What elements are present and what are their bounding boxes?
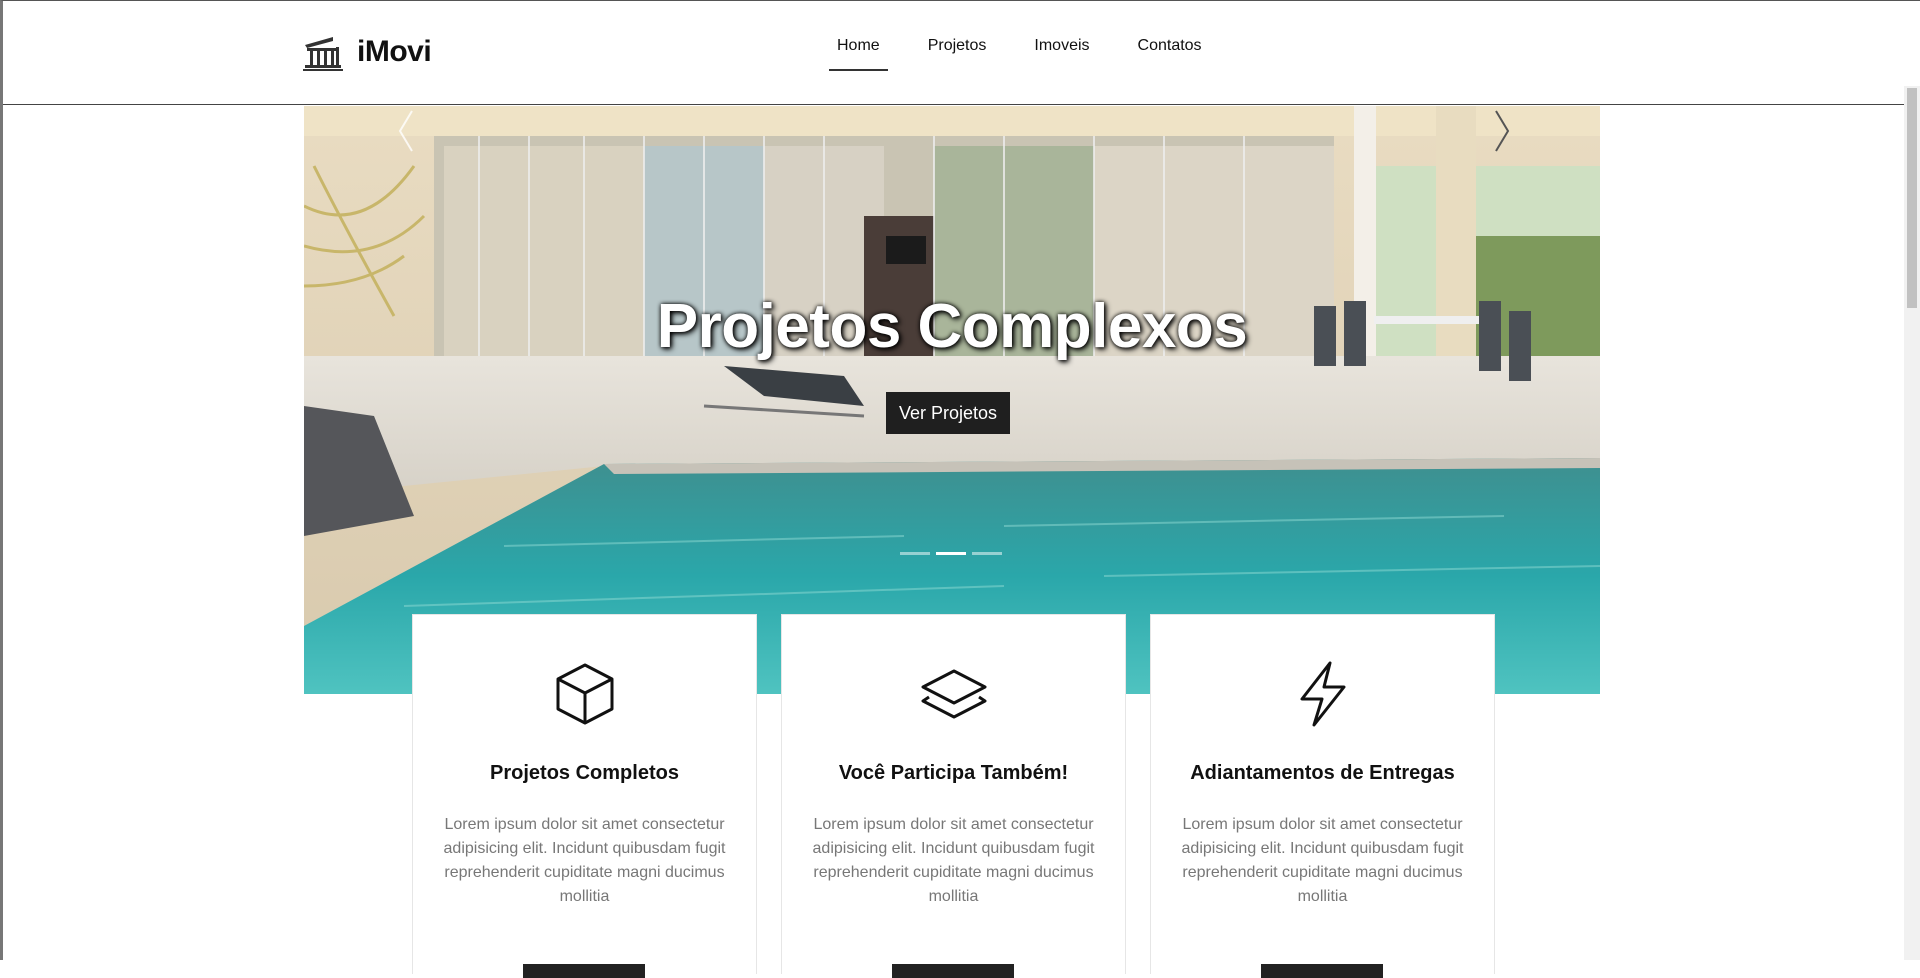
carousel-prev-arrow-icon[interactable] bbox=[394, 106, 418, 156]
card-title: Adiantamentos de Entregas bbox=[1190, 762, 1455, 784]
card-button[interactable] bbox=[1261, 964, 1383, 978]
nav-contatos[interactable]: Contatos bbox=[1130, 37, 1210, 71]
site-header: iMovi Home Projetos Imoveis Contatos bbox=[3, 1, 1920, 105]
brand-name: iMovi bbox=[357, 35, 432, 68]
lightning-icon bbox=[1300, 661, 1345, 727]
card-button[interactable] bbox=[892, 964, 1014, 978]
ver-projetos-button[interactable]: Ver Projetos bbox=[886, 392, 1011, 434]
box-icon bbox=[556, 663, 613, 725]
feature-card: Você Participa Também! Lorem ipsum dolor… bbox=[781, 614, 1126, 978]
carousel-indicator[interactable] bbox=[972, 552, 1002, 555]
card-text: Lorem ipsum dolor sit amet consectetur a… bbox=[812, 816, 1095, 905]
card-button[interactable] bbox=[523, 964, 645, 978]
card-text: Lorem ipsum dolor sit amet consectetur a… bbox=[443, 816, 726, 905]
nav-projetos[interactable]: Projetos bbox=[920, 37, 995, 71]
brand-logo[interactable]: iMovi bbox=[303, 33, 432, 71]
carousel-indicator[interactable] bbox=[900, 552, 930, 555]
card-text: Lorem ipsum dolor sit amet consectetur a… bbox=[1181, 816, 1464, 905]
page-scrollbar[interactable] bbox=[1904, 86, 1920, 960]
main-nav: Home Projetos Imoveis Contatos bbox=[829, 37, 1242, 71]
feature-cards: Projetos Completos Lorem ipsum dolor sit… bbox=[412, 614, 1495, 978]
carousel-indicator[interactable] bbox=[936, 552, 966, 555]
nav-home[interactable]: Home bbox=[829, 37, 888, 71]
scrollbar-thumb[interactable] bbox=[1907, 88, 1917, 308]
feature-card: Adiantamentos de Entregas Lorem ipsum do… bbox=[1150, 614, 1495, 978]
building-icon bbox=[303, 37, 343, 71]
carousel-next-arrow-icon[interactable] bbox=[1490, 106, 1514, 156]
feature-card: Projetos Completos Lorem ipsum dolor sit… bbox=[412, 614, 757, 978]
card-title: Projetos Completos bbox=[490, 762, 679, 784]
carousel-indicators bbox=[900, 552, 1002, 555]
layers-icon bbox=[921, 669, 986, 719]
card-title: Você Participa Também! bbox=[838, 762, 1069, 784]
nav-imoveis[interactable]: Imoveis bbox=[1026, 37, 1097, 71]
hero-title: Projetos Complexos bbox=[656, 292, 1248, 361]
hero-carousel: Projetos Complexos Ver Projetos bbox=[304, 106, 1600, 694]
